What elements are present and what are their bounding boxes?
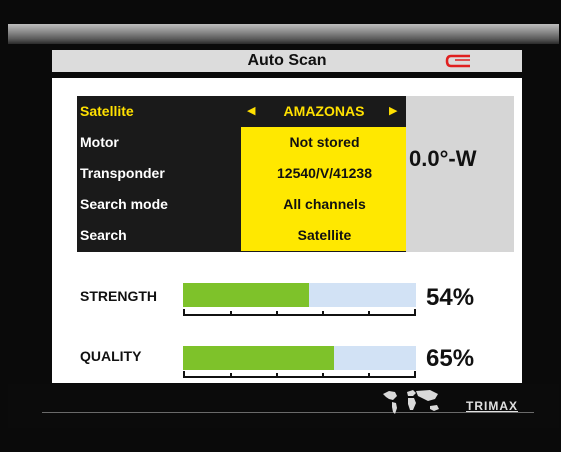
satellite-value: AMAZONAS — [283, 103, 365, 119]
triangle-right-icon[interactable]: ▶ — [389, 96, 397, 127]
menu-row-transponder[interactable]: Transponder 12540/V/41238 — [77, 158, 408, 189]
motor-label: Motor — [80, 134, 119, 150]
search-mode-label: Search mode — [80, 196, 168, 212]
top-band — [8, 24, 559, 44]
quality-meter-fill — [183, 346, 335, 370]
menu-row-search[interactable]: Search Satellite — [77, 220, 408, 251]
strength-meter — [183, 283, 416, 307]
satellite-position-box: 0.0°-W — [406, 96, 514, 252]
quality-scale — [183, 371, 416, 378]
strength-percent: 54% — [426, 284, 475, 311]
menu-row-satellite[interactable]: Satellite ◀ AMAZONAS ▶ — [77, 96, 408, 127]
signal-wave-icon — [445, 54, 470, 68]
brand-logo: TRIMAX — [466, 399, 518, 413]
transponder-label: Transponder — [80, 165, 165, 181]
transponder-value: 12540/V/41238 — [241, 158, 408, 189]
bottom-divider — [42, 412, 534, 413]
strength-meter-fill — [183, 283, 309, 307]
strength-scale — [183, 309, 416, 316]
strength-label: STRENGTH — [80, 288, 157, 304]
search-value: Satellite — [241, 220, 408, 251]
quality-label: QUALITY — [80, 348, 142, 364]
triangle-left-icon[interactable]: ◀ — [247, 96, 255, 127]
title-bar: Auto Scan — [52, 50, 522, 72]
quality-meter — [183, 346, 416, 370]
search-label: Search — [80, 227, 127, 243]
menu-row-search-mode[interactable]: Search mode All channels — [77, 189, 408, 220]
satellite-value-box: ◀ AMAZONAS ▶ — [241, 96, 408, 127]
motor-value: Not stored — [241, 127, 408, 158]
world-map-icon — [383, 390, 439, 414]
quality-percent: 65% — [426, 345, 475, 372]
scan-settings-menu: Satellite ◀ AMAZONAS ▶ Motor Not stored … — [77, 96, 408, 252]
satellite-position: 0.0°-W — [409, 146, 477, 171]
satellite-label: Satellite — [80, 103, 134, 119]
menu-row-motor[interactable]: Motor Not stored — [77, 127, 408, 158]
search-mode-value: All channels — [241, 189, 408, 220]
